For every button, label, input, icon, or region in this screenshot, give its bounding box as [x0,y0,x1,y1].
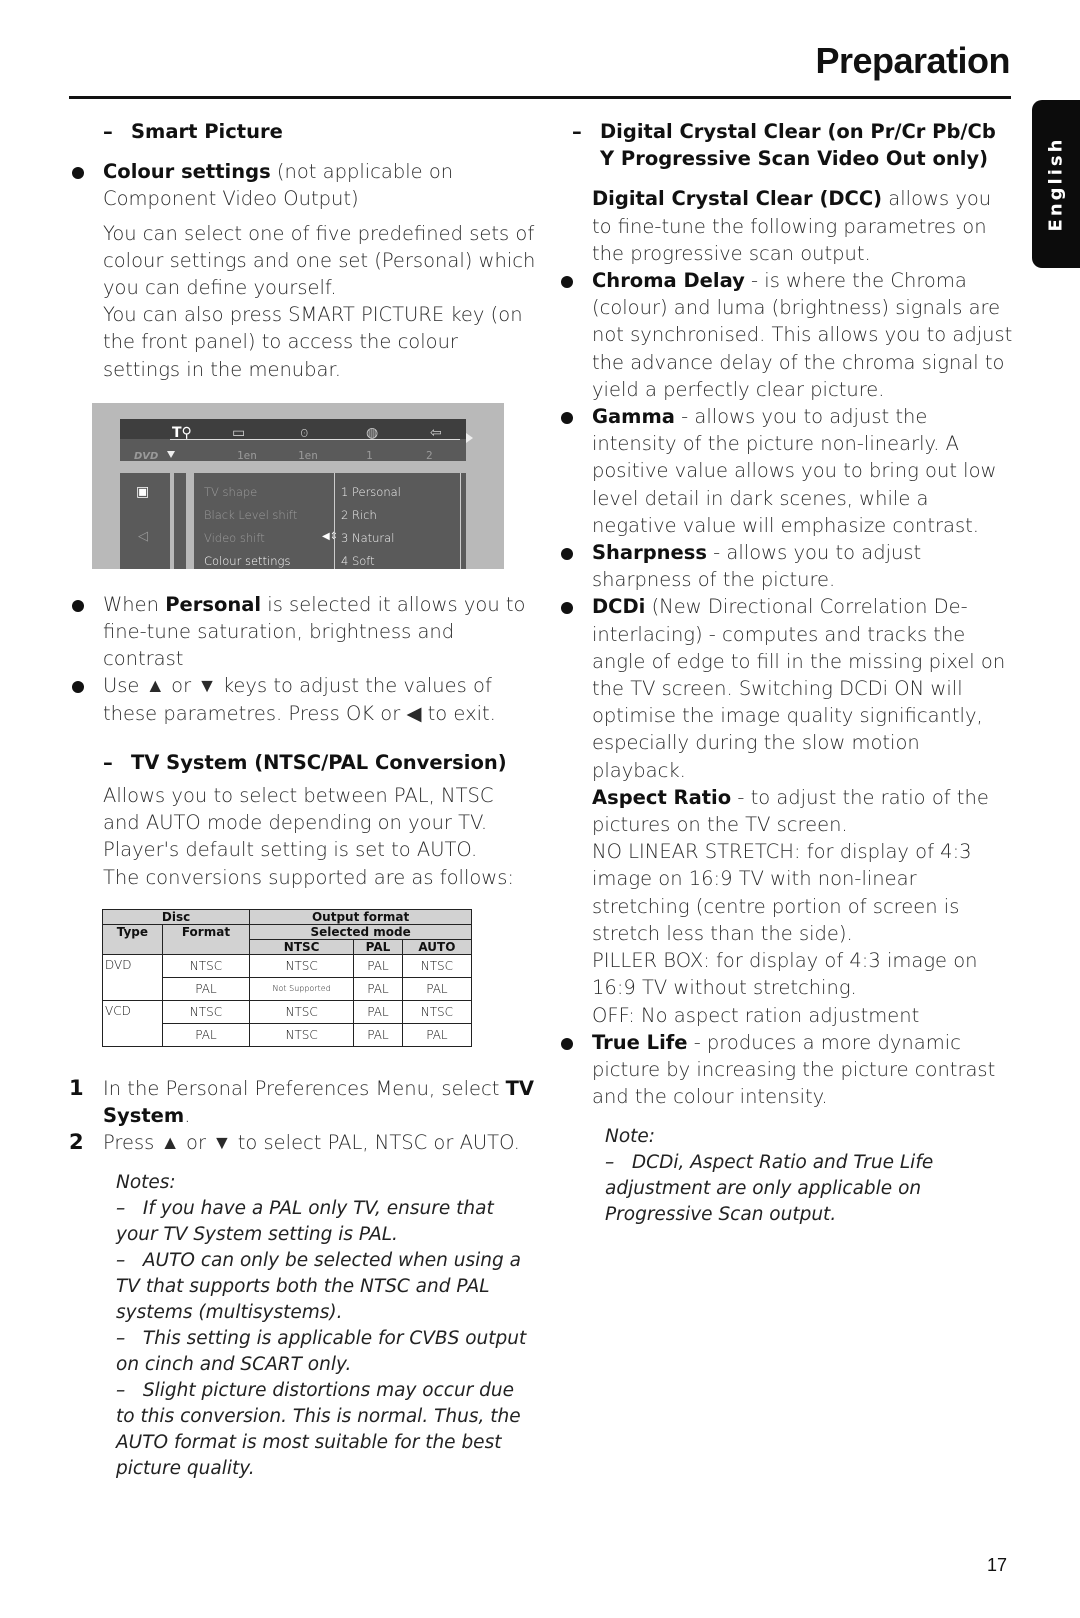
cell-auto: PAL [401,1022,473,1047]
arrow-right-icon [466,432,473,443]
table-header-mode: AUTO [401,938,473,955]
table-header-selected-mode: Selected mode [249,923,472,940]
up-arrow-icon: ▲ [145,674,165,698]
cell-ntsc: Not Supported [249,976,355,1001]
step-number: 2 [69,1130,84,1155]
table-row: DVD NTSC NTSC PAL NTSC [102,953,473,1001]
tv-paragraph-2: The conversions supported are as follows… [103,865,514,889]
note-item: – This setting is applicable for CVBS ou… [116,1328,527,1376]
down-arrow-icon: ▼ [212,1131,232,1155]
section-heading-dcc: – Digital Crystal Clear (on Pr/Cr Pb/Cb … [572,120,996,171]
tv-paragraph-1: Allows you to select between PAL, NTSC a… [103,784,494,862]
bullet-chroma-delay: Chroma Delay - is where the Chroma (colo… [555,267,1013,403]
bullet-true-life: True Life - produces a more dynamic pict… [555,1029,1013,1111]
bullet-colour-settings: Colour settings (not applicable on Compo… [66,158,536,212]
table-header-format: Format [161,923,251,955]
osd-value: 1en [237,448,257,462]
heading-dash: – [103,750,113,774]
osd-option: 4 Soft [341,553,375,568]
cell-type: VCD [102,999,163,1047]
cell-auto: NTSC [401,953,473,978]
language-tab: English [1032,100,1080,268]
bullet-use-keys: Use ▲ or ▼ keys to adjust the values of … [66,672,536,726]
osd-side-panel: ▣ ◁ [120,472,170,569]
aspect-option: NO LINEAR STRETCH: for display of 4:3 im… [592,840,972,945]
osd-options-list: 1 Personal 2 Rich 3 Natural 4 Soft [334,472,461,569]
dcc-intro: Digital Crystal Clear (DCC) allows you t… [592,187,992,265]
left-column: – Smart Picture Colour settings (not app… [66,118,536,1482]
osd-value: 1 [366,448,373,462]
conversion-table: Disc Output format Type Format Selected … [101,908,473,1047]
aspect-option: OFF: No aspect ration adjustment [592,1003,920,1027]
section-heading-smart-picture: – Smart Picture [66,118,536,145]
table-row: VCD NTSC NTSC PAL NTSC [102,999,473,1047]
osd-value: 1en [298,448,318,462]
colour-paragraph-1: You can select one of five predefined se… [103,221,536,300]
bullet-gamma: Gamma - allows you to adjust the intensi… [555,403,1013,539]
osd-value: 2 [426,448,433,462]
up-arrow-icon: ▲ [160,1131,180,1155]
table-header-mode: PAL [353,938,403,955]
osd-icon-bar: T⚲ ▭ ꙩ ◍ ⇦ [120,418,466,441]
cell-pal: PAL [353,999,403,1024]
cell-ntsc: NTSC [249,953,355,978]
step-2: 2 Press ▲ or ▼ to select PAL, NTSC or AU… [66,1129,536,1156]
page-number: 17 [987,1555,1008,1575]
section-heading-tv-system: – TV System (NTSC/PAL Conversion) [66,749,536,776]
bullet-personal: When Personal is selected it allows you … [66,591,536,673]
note-title: Note: [605,1126,656,1148]
note-item: – AUTO can only be selected when using a… [116,1250,521,1324]
osd-submenu: TV shape Black Level shift Video shift C… [194,472,466,569]
table-header-output: Output format [249,908,472,925]
heading-dash: – [572,120,582,143]
note-item: – Slight picture distortions may occur d… [116,1380,521,1480]
cell-format: PAL [161,1022,251,1047]
cell-pal: PAL [353,1022,403,1047]
table-header-mode: NTSC [249,938,355,955]
note-block: Note: – DCDi, Aspect Ratio and True Life… [555,1124,1013,1228]
bullet-dcdi: DCDi (New Directional Correlation De-int… [555,593,1013,783]
table-header-type: Type [102,923,163,955]
step-1: 1 In the Personal Preferences Menu, sele… [69,1075,534,1128]
heading-dash: – [103,120,113,143]
cell-auto: NTSC [401,999,473,1024]
sound-icon: ◁ [138,528,148,544]
menu-screenshot: T⚲ ▭ ꙩ ◍ ⇦ DVD 1en 1en 1 2 ▣ ◁ TV shape [92,402,504,569]
cell-format: PAL [161,976,251,1001]
osd-menu-item-active: Colour settings [204,553,291,568]
left-arrow-icon: ◀ [406,701,422,725]
aspect-option: PILLER BOX: for display of 4:3 image on … [592,949,978,1000]
cell-pal: PAL [353,976,403,1001]
picture-icon: ▣ [136,483,150,500]
right-column: – Digital Crystal Clear (on Pr/Cr Pb/Cb … [555,118,1013,1228]
note-item: – DCDi, Aspect Ratio and True Life adjus… [605,1152,934,1226]
cell-ntsc: NTSC [249,1022,355,1047]
osd-separator [174,472,186,569]
cell-pal: PAL [353,953,403,978]
aspect-ratio: Aspect Ratio - to adjust the ratio of th… [592,785,989,837]
bullet-sharpness: Sharpness - allows you to adjust sharpne… [555,539,1013,593]
cell-ntsc: NTSC [249,999,355,1024]
cell-format: NTSC [161,999,251,1024]
notes-title: Notes: [116,1172,176,1194]
cell-auto: PAL [401,976,473,1001]
down-arrow-icon: ▼ [197,674,217,698]
cell-format: NTSC [161,953,251,978]
colour-paragraph-2: You can also press SMART PICTURE key (on… [103,303,523,381]
osd-menubar: T⚲ ▭ ꙩ ◍ ⇦ DVD 1en 1en 1 2 [120,418,473,462]
language-tab-label: English [1045,136,1067,232]
notes-block: Notes: – If you have a PAL only TV, ensu… [66,1170,536,1482]
title-divider [69,96,1011,99]
page-title: Preparation [815,40,1010,81]
step-number: 1 [69,1075,84,1100]
note-item: – If you have a PAL only TV, ensure that… [116,1198,494,1246]
cell-type: DVD [102,953,163,1001]
table-header-disc: Disc [101,908,251,925]
